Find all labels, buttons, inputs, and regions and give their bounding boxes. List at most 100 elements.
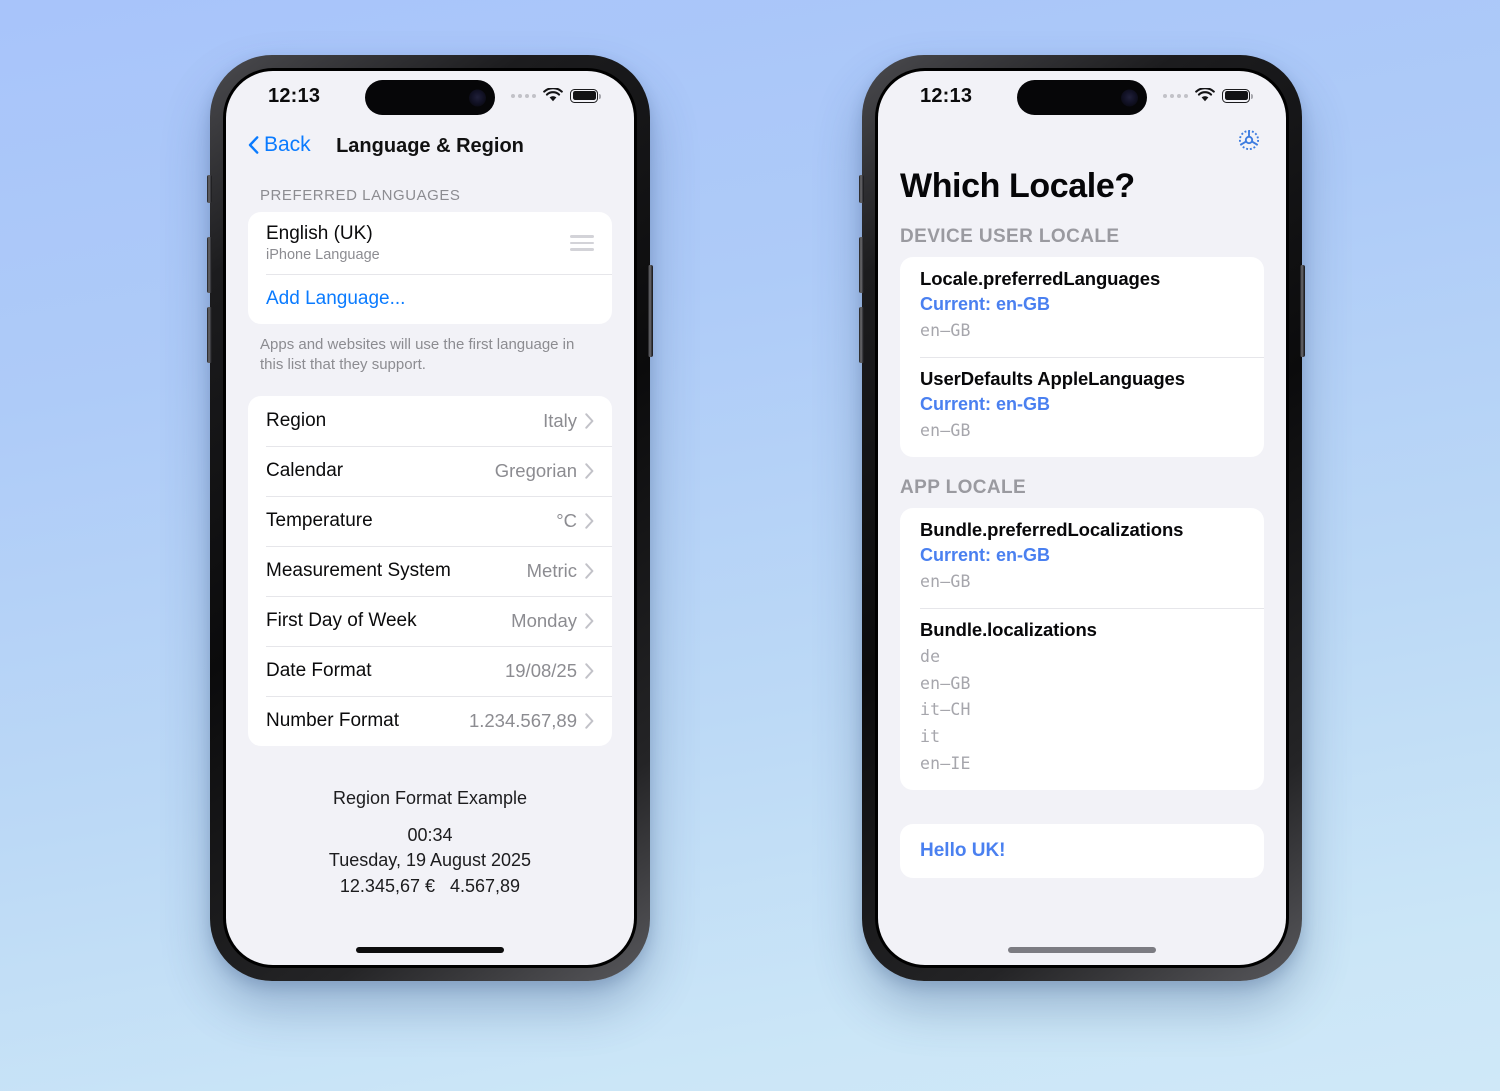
- locale-row-current: Current: en-GB: [920, 544, 1050, 565]
- power-button[interactable]: [648, 265, 653, 357]
- volume-down-button[interactable]: [207, 307, 212, 363]
- locale-row-current: Current: en-GB: [920, 294, 1050, 314]
- settings-row-region[interactable]: Region Italy: [248, 396, 612, 446]
- battery-full-icon: [1222, 88, 1253, 103]
- settings-row-value: Monday: [511, 609, 577, 631]
- preferred-languages-footnote: Apps and websites will use the first lan…: [260, 336, 575, 374]
- chevron-right-icon: [585, 562, 594, 579]
- navigation-bar: Back Language & Region: [226, 125, 634, 173]
- screen-right: 12:13 Which Locale? DEVICE USER LOCALE L…: [878, 71, 1286, 965]
- locale-row-values: en–GB: [920, 418, 1244, 445]
- cellular-dots-icon: [511, 93, 536, 98]
- iphone-device-right: 12:13 Which Locale? DEVICE USER LOCALE L…: [859, 55, 1305, 981]
- mute-switch-button[interactable]: [859, 175, 864, 203]
- locale-row-values: en–GB: [920, 318, 1244, 345]
- screen-left: 12:13 Back Language & Region PREFERRED L…: [226, 71, 634, 965]
- settings-row-date-format[interactable]: Date Format 19/08/25: [248, 645, 612, 696]
- region-format-example-line: 12.345,67 € 4.567,89: [339, 875, 521, 896]
- page-title: Language & Region: [336, 135, 524, 157]
- locale-row-title: Bundle.localizations: [920, 618, 1097, 640]
- settings-row-value-group: 19/08/25: [505, 660, 594, 682]
- settings-row-value: 1.234.567,89: [468, 709, 577, 731]
- chevron-right-icon: [585, 512, 594, 529]
- mute-switch-button[interactable]: [207, 175, 212, 203]
- volume-down-button[interactable]: [859, 307, 864, 363]
- locale-row-values: de en–GB it–CH it en–IE: [920, 644, 1244, 778]
- settings-row-label: Number Format: [266, 709, 400, 731]
- settings-row-calendar[interactable]: Calendar Gregorian: [248, 445, 612, 496]
- locale-row: Bundle.preferredLocalizations Current: en…: [900, 508, 1264, 608]
- region-format-example: Region Format Example 00:34 Tuesday, 19 A…: [226, 788, 634, 900]
- settings-row-measurement-system[interactable]: Measurement System Metric: [248, 545, 612, 596]
- settings-row-value: °C: [556, 509, 577, 531]
- wifi-icon: [1195, 88, 1215, 102]
- home-indicator[interactable]: [356, 947, 504, 953]
- hello-card[interactable]: Hello UK!: [900, 824, 1264, 879]
- locale-value: de: [920, 646, 941, 666]
- settings-row-number-format[interactable]: Number Format 1.234.567,89: [248, 695, 612, 746]
- locale-row-title: Bundle.preferredLocalizations: [920, 518, 1184, 540]
- chevron-right-icon: [585, 412, 594, 429]
- locale-value: it: [920, 727, 941, 747]
- settings-row-value: Gregorian: [494, 459, 577, 481]
- home-indicator[interactable]: [1008, 947, 1156, 953]
- language-name: English (UK): [266, 223, 373, 244]
- reorder-handle-icon[interactable]: [570, 235, 594, 251]
- region-format-example-line: 00:34: [407, 824, 453, 845]
- locale-row: UserDefaults AppleLanguages Current: en-G…: [900, 356, 1264, 457]
- status-bar: 12:13: [226, 71, 634, 125]
- locale-value: en–GB: [920, 321, 971, 340]
- locale-value: en–GB: [920, 420, 971, 440]
- settings-row-value-group: °C: [556, 510, 594, 532]
- settings-row-label: Temperature: [266, 509, 373, 531]
- locale-value: en–IE: [920, 754, 971, 774]
- locale-row-current: Current: en-GB: [920, 393, 1050, 414]
- add-language-label: Add Language...: [266, 288, 406, 309]
- list-item-language[interactable]: English (UK) iPhone Language: [248, 212, 612, 274]
- settings-row-label: Region: [266, 409, 327, 431]
- app-page-title: Which Locale?: [900, 167, 1135, 205]
- language-subtitle: iPhone Language: [266, 247, 380, 263]
- settings-row-value: Metric: [526, 559, 577, 581]
- region-format-example-line: Tuesday, 19 August 2025: [328, 850, 532, 871]
- locale-row-title: UserDefaults AppleLanguages: [920, 367, 1185, 389]
- status-bar-time: 12:13: [268, 85, 321, 107]
- add-language-button[interactable]: Add Language...: [248, 274, 612, 324]
- settings-row-label: First Day of Week: [266, 609, 417, 631]
- status-bar-time: 12:13: [920, 85, 973, 107]
- status-bar: 12:13: [878, 71, 1286, 125]
- locale-value: it–CH: [920, 700, 971, 720]
- locale-row: Bundle.localizations de en–GB it–CH it en–IE: [900, 607, 1264, 790]
- locale-row-title: Locale.preferredLanguages: [920, 268, 1161, 289]
- settings-row-value-group: 1.234.567,89: [469, 710, 594, 732]
- locale-row: Locale.preferredLanguages Current: en-GB e…: [900, 257, 1264, 357]
- gear-icon: [1238, 129, 1260, 151]
- locale-value: en–GB: [920, 673, 971, 693]
- app-section-card: Locale.preferredLanguages Current: en-GB e…: [900, 257, 1264, 457]
- wifi-icon: [543, 88, 563, 102]
- dynamic-island: [365, 80, 495, 115]
- settings-row-first-day-of-week[interactable]: First Day of Week Monday: [248, 595, 612, 646]
- chevron-right-icon: [585, 662, 594, 679]
- settings-button[interactable]: [1234, 125, 1264, 155]
- cellular-dots-icon: [1163, 93, 1188, 98]
- app-toolbar: [878, 125, 1286, 159]
- volume-up-button[interactable]: [207, 237, 212, 293]
- power-button[interactable]: [1300, 265, 1305, 357]
- chevron-right-icon: [585, 612, 594, 629]
- settings-row-value-group: Metric: [527, 560, 594, 582]
- settings-row-value: 19/08/25: [504, 659, 577, 681]
- hello-label: Hello UK!: [920, 840, 1006, 862]
- region-settings-card: Region Italy Calendar Gregorian Temperature °…: [248, 395, 612, 746]
- settings-row-label: Measurement System: [266, 559, 451, 581]
- device-bezel: 12:13: [875, 68, 1289, 968]
- app-section-header: APP LOCALE: [900, 476, 1027, 498]
- settings-row-value: Italy: [543, 409, 577, 431]
- region-format-example-title: Region Format Example: [332, 787, 528, 808]
- volume-up-button[interactable]: [859, 237, 864, 293]
- locale-sections: DEVICE USER LOCALE Locale.preferredLangua…: [878, 206, 1286, 791]
- locale-row-values: en–GB: [920, 569, 1244, 596]
- section-header-preferred-languages: PREFERRED LANGUAGES: [260, 187, 461, 204]
- front-camera-icon: [1121, 89, 1138, 106]
- settings-row-temperature[interactable]: Temperature °C: [248, 495, 612, 546]
